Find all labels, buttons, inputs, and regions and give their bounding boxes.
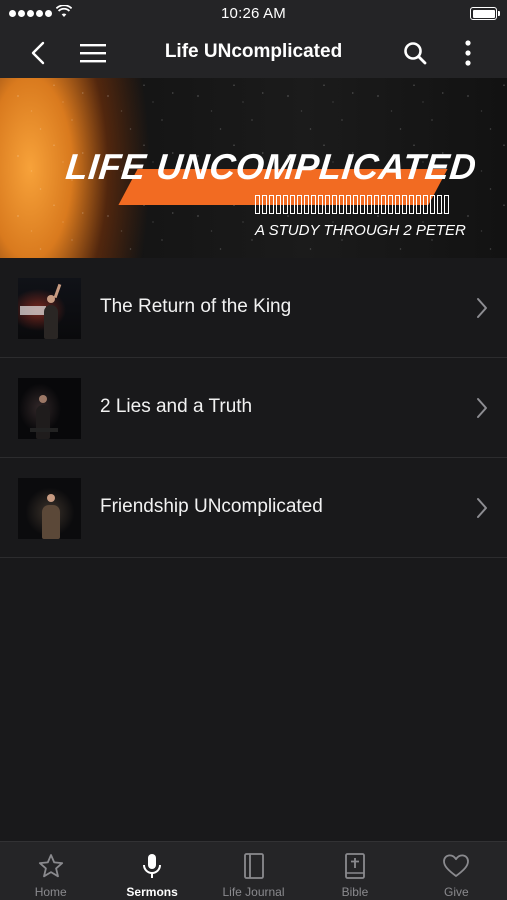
battery-icon (470, 7, 500, 20)
bible-icon (341, 852, 369, 880)
sermon-thumbnail (18, 378, 81, 439)
sermon-title: The Return of the King (100, 296, 292, 317)
chevron-right-icon (477, 498, 487, 518)
tab-life-journal[interactable]: Life Journal (203, 842, 304, 900)
more-vertical-icon (465, 40, 471, 66)
tab-give[interactable]: Give (406, 842, 507, 900)
star-icon (37, 852, 65, 880)
sermon-list-item[interactable]: The Return of the King (0, 258, 507, 358)
sermon-list-item[interactable]: Friendship UNcomplicated (0, 458, 507, 558)
search-icon (404, 42, 427, 65)
chevron-right-icon (477, 398, 487, 418)
navigation-bar: Life UNcomplicated (0, 28, 507, 78)
sermon-list-item[interactable]: 2 Lies and a Truth (0, 358, 507, 458)
tab-label: Life Journal (222, 885, 285, 899)
banner-subtitle: A STUDY THROUGH 2 PETER (255, 222, 466, 239)
tab-home[interactable]: Home (0, 842, 101, 900)
journal-icon (240, 852, 268, 880)
heart-icon (442, 852, 470, 880)
tab-label: Sermons (126, 885, 178, 899)
series-banner: LIFE UNCOMPLICATED A STUDY THROUGH 2 PET… (0, 78, 507, 258)
status-time: 10:26 AM (221, 5, 286, 22)
tab-sermons[interactable]: Sermons (101, 842, 202, 900)
microphone-icon (138, 852, 166, 880)
sermon-thumbnail (18, 278, 81, 339)
banner-title: LIFE UNCOMPLICATED (63, 146, 479, 187)
tab-label: Bible (341, 885, 369, 899)
search-button[interactable] (393, 28, 437, 78)
tab-label: Give (443, 885, 469, 899)
tab-bar: Home Sermons Life Journal Bible Give (0, 841, 507, 900)
status-bar: 10:26 AM (0, 0, 507, 28)
banner-decorative-bars (255, 195, 449, 214)
tab-bible[interactable]: Bible (304, 842, 405, 900)
chevron-right-icon (477, 298, 487, 318)
sermon-title: 2 Lies and a Truth (100, 396, 253, 417)
sermon-thumbnail (18, 478, 81, 539)
sermon-list: The Return of the King 2 Lies and a Trut… (0, 258, 507, 558)
more-options-button[interactable] (446, 28, 490, 78)
sermon-title: Friendship UNcomplicated (100, 496, 323, 517)
tab-label: Home (34, 885, 67, 899)
